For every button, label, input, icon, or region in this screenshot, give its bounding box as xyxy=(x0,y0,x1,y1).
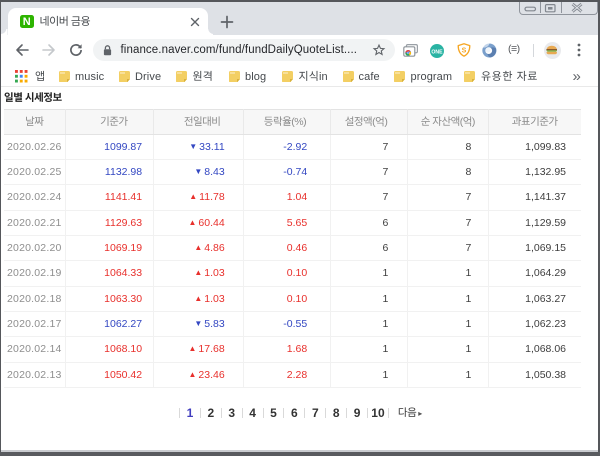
svg-text:ONE: ONE xyxy=(431,49,443,55)
svg-text:S: S xyxy=(461,47,466,54)
